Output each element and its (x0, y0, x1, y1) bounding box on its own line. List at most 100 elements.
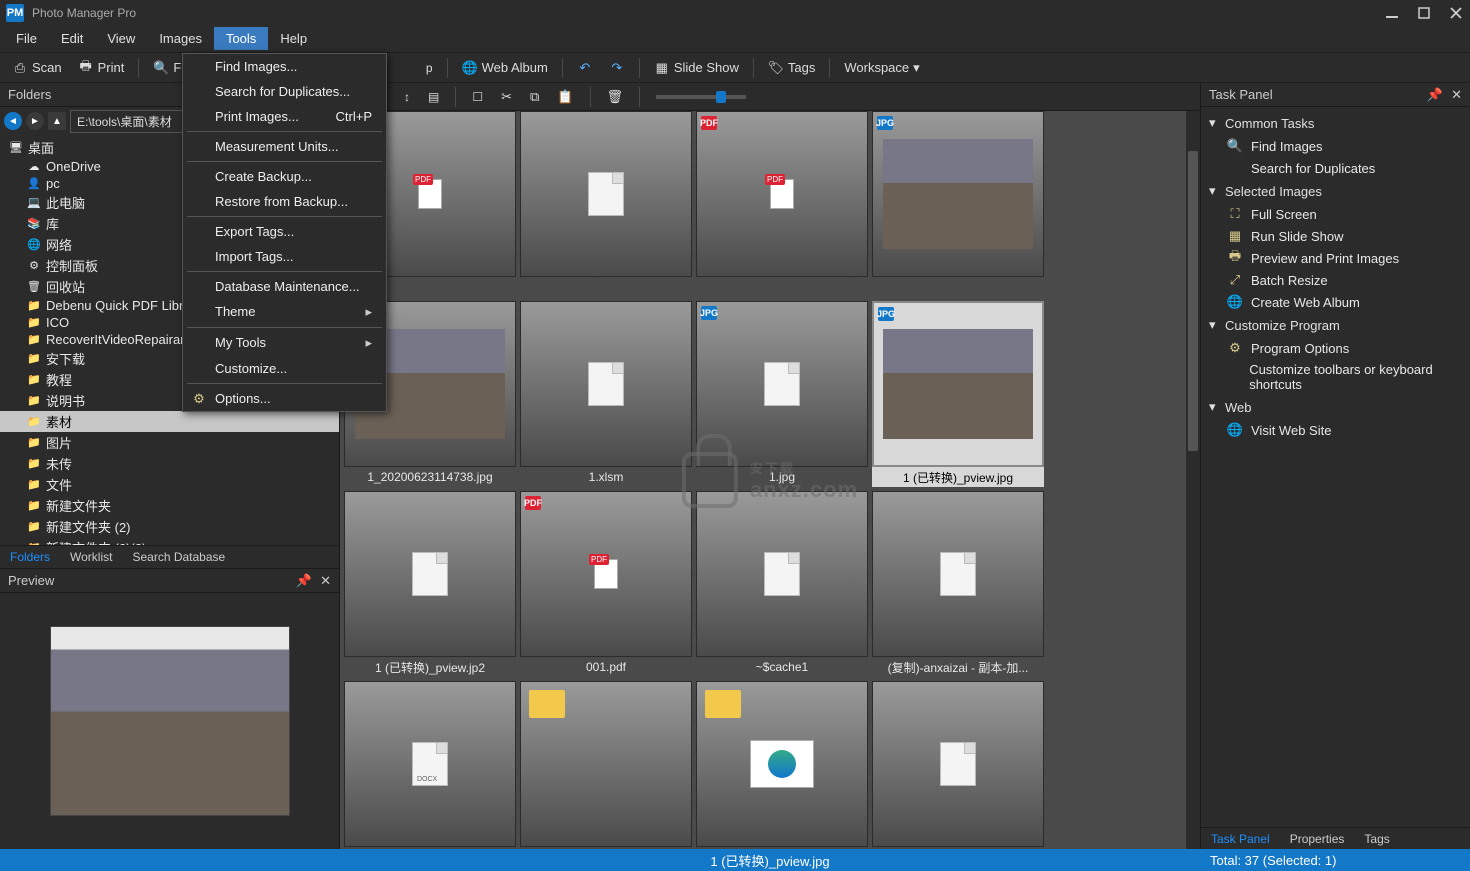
copy-button[interactable]: ⧉ (524, 87, 545, 107)
tree-node[interactable]: 📁素材 (0, 411, 339, 432)
menu-item[interactable]: Database Maintenance... (183, 274, 386, 299)
tree-node[interactable]: 📁图片 (0, 432, 339, 453)
right-tab[interactable]: Task Panel (1201, 829, 1280, 849)
menu-tools[interactable]: Tools (214, 27, 268, 50)
close-icon[interactable]: ✕ (1451, 87, 1462, 103)
menu-item[interactable]: Import Tags... (183, 244, 386, 269)
paste-button[interactable]: 📋 (551, 87, 579, 107)
zoom-slider[interactable] (656, 95, 746, 99)
task-item[interactable]: 🖶Preview and Print Images (1201, 247, 1470, 269)
close-icon[interactable]: ✕ (320, 573, 331, 589)
thumbnail-label: demo (696, 847, 868, 849)
nav-back-button[interactable]: ◄ (4, 112, 22, 130)
select-button[interactable]: ☐ (466, 88, 489, 106)
view-button[interactable]: ▤ (422, 88, 445, 106)
slideshow-button[interactable]: ▦Slide Show (648, 58, 745, 78)
menu-item[interactable]: Customize... (183, 356, 386, 381)
rotate-right-button[interactable]: ↷ (603, 58, 631, 78)
menu-item[interactable]: My Tools▸ (183, 330, 386, 356)
menu-file[interactable]: File (4, 27, 49, 50)
thumbnail[interactable]: DOCX(复制)-anxaizai - 副本-加... (344, 681, 516, 849)
left-tab[interactable]: Worklist (60, 546, 122, 568)
task-item[interactable]: Search for Duplicates (1201, 157, 1470, 179)
trash-icon: 🗑 (607, 89, 624, 105)
gear-icon: ⚙ (191, 391, 207, 407)
thumbnail[interactable]: ANXAIZAI_013.PDF (872, 681, 1044, 849)
menu-item[interactable]: Theme▸ (183, 299, 386, 325)
thumbnail[interactable]: (复制)-anxaizai - 副本-加... (872, 491, 1044, 677)
task-item[interactable]: ⚙Program Options (1201, 337, 1470, 359)
rotate-right-icon: ↷ (609, 60, 625, 76)
thumbnail[interactable]: 1 (已转换)_pview.jp2 (344, 491, 516, 677)
left-tab[interactable]: Search Database (122, 546, 235, 568)
minimize-button[interactable] (1384, 5, 1400, 21)
tree-node[interactable]: 📁文件 (0, 474, 339, 495)
thumbnail[interactable]: 1.xlsm (520, 301, 692, 487)
menu-help[interactable]: Help (268, 27, 319, 50)
task-group-header[interactable]: ▾Common Tasks (1201, 111, 1470, 135)
nav-up-button[interactable]: ▲ (48, 112, 66, 130)
pin-icon[interactable]: 📌 (296, 573, 312, 589)
delete-button[interactable]: 🗑 (601, 87, 630, 107)
search-icon: 🔍 (1227, 138, 1243, 154)
thumbnail[interactable]: ~$cache1 (696, 491, 868, 677)
menu-item[interactable]: Create Backup... (183, 164, 386, 189)
menu-view[interactable]: View (95, 27, 147, 50)
cut-button[interactable]: ✂ (495, 87, 518, 107)
chevron-down-icon: ▾ (1209, 399, 1219, 415)
menu-item[interactable]: Find Images... (183, 54, 386, 79)
thumbnail[interactable] (520, 111, 692, 297)
task-item[interactable]: 🔍Find Images (1201, 135, 1470, 157)
thumbnail[interactable]: JPG1.jpg (696, 301, 868, 487)
web-album-button[interactable]: 🌐Web Album (456, 58, 554, 78)
tree-node[interactable]: 📁未传 (0, 453, 339, 474)
menu-images[interactable]: Images (147, 27, 214, 50)
menu-item[interactable]: ⚙Options... (183, 386, 386, 411)
tree-node[interactable]: 📁新建文件夹 (2) (0, 516, 339, 537)
task-group-header[interactable]: ▾Customize Program (1201, 313, 1470, 337)
maximize-button[interactable] (1416, 5, 1432, 21)
pin-icon[interactable]: 📌 (1427, 87, 1443, 103)
thumbnail[interactable]: PDFPDF (696, 111, 868, 297)
menu-item[interactable]: Print Images...Ctrl+P (183, 104, 386, 129)
task-group-header[interactable]: ▾Selected Images (1201, 179, 1470, 203)
thumbnail[interactable]: JPG1 (已转换)_pview.jpg (872, 301, 1044, 487)
right-tab[interactable]: Tags (1354, 829, 1399, 849)
task-item[interactable]: 🌐Create Web Album (1201, 291, 1470, 313)
tree-node[interactable]: 📁新建文件夹 (0, 495, 339, 516)
thumbnail[interactable]: PDFPDF001.pdf (520, 491, 692, 677)
menu-item[interactable]: Restore from Backup... (183, 189, 386, 214)
tags-button[interactable]: 🏷Tags (762, 58, 821, 78)
thumbnail[interactable]: 压缩x2 (520, 681, 692, 849)
left-tab[interactable]: Folders (0, 546, 60, 568)
task-item[interactable]: 🌐Visit Web Site (1201, 419, 1470, 441)
sort-button[interactable]: ↕ (398, 88, 416, 106)
task-group-header[interactable]: ▾Web (1201, 395, 1470, 419)
partial-button[interactable]: p (420, 59, 439, 77)
print-button[interactable]: 🖶Print (72, 58, 131, 78)
nav-fwd-button[interactable]: ► (26, 112, 44, 130)
thumbnail[interactable]: JPG (872, 111, 1044, 297)
tree-node[interactable]: 📁新建文件夹 (2)(2) (0, 537, 339, 545)
status-bar: 1 (已转换)_pview.jpg Total: 37 (Selected: 1… (0, 849, 1470, 871)
chevron-down-icon: ▾ (1209, 317, 1219, 333)
menu-edit[interactable]: Edit (49, 27, 95, 50)
menu-item[interactable]: Measurement Units... (183, 134, 386, 159)
grid-scrollbar[interactable] (1186, 111, 1200, 849)
pdf-badge-icon: PDF (701, 116, 717, 130)
task-item[interactable]: Customize toolbars or keyboard shortcuts (1201, 359, 1470, 395)
rotate-left-button[interactable]: ↶ (571, 58, 599, 78)
folder-icon: 📁 (26, 373, 42, 387)
slide-icon: ▦ (1227, 228, 1243, 244)
task-item[interactable]: ▦Run Slide Show (1201, 225, 1470, 247)
task-item[interactable]: ⛶Full Screen (1201, 203, 1470, 225)
menubar: FileEditViewImagesToolsHelp (0, 25, 1470, 53)
thumbnail[interactable]: demo (696, 681, 868, 849)
right-tab[interactable]: Properties (1280, 829, 1355, 849)
close-button[interactable] (1448, 5, 1464, 21)
menu-item[interactable]: Search for Duplicates... (183, 79, 386, 104)
scan-button[interactable]: ⎙Scan (6, 58, 68, 78)
task-item[interactable]: ⤢Batch Resize (1201, 269, 1470, 291)
menu-item[interactable]: Export Tags... (183, 219, 386, 244)
workspace-dropdown[interactable]: Workspace ▾ (838, 58, 925, 78)
